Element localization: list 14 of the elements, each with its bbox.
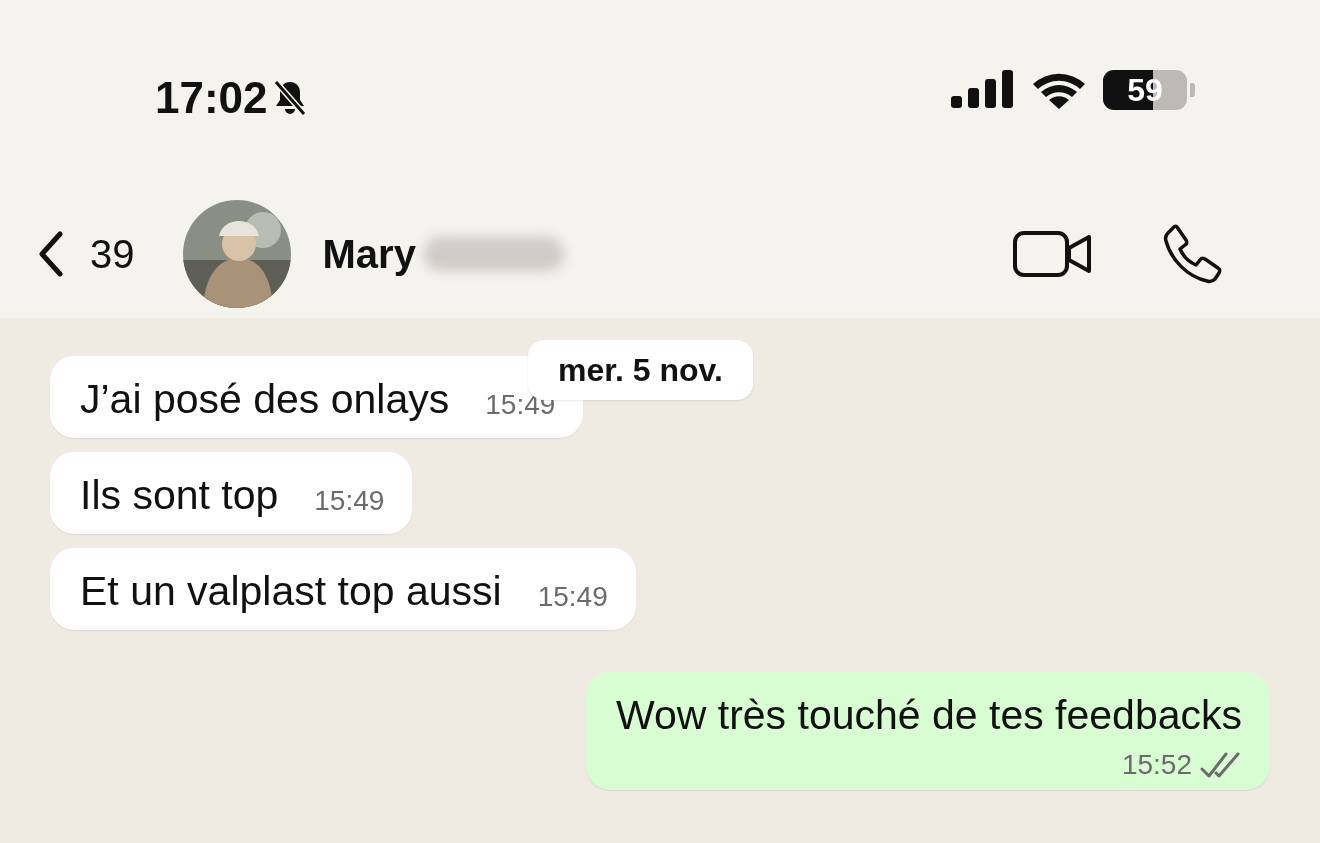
message-text: Wow très touché de tes feedbacks [616, 691, 1242, 740]
back-button[interactable]: 39 [38, 224, 135, 284]
status-time: 17:02 [155, 72, 268, 124]
message-text: J’ai posé des onlays [80, 375, 450, 424]
message-text: Et un valplast top aussi [80, 567, 502, 616]
message-text: Ils sont top [80, 471, 279, 520]
signal-icon [951, 70, 1015, 110]
battery-cap-icon [1190, 83, 1195, 97]
chevron-left-icon [38, 231, 64, 277]
message-time: 15:52 [1121, 748, 1192, 782]
message-time: 15:49 [537, 580, 608, 614]
message-time: 15:49 [314, 484, 385, 518]
video-call-button[interactable] [1013, 229, 1093, 279]
contact-name[interactable]: Mary [322, 224, 416, 284]
